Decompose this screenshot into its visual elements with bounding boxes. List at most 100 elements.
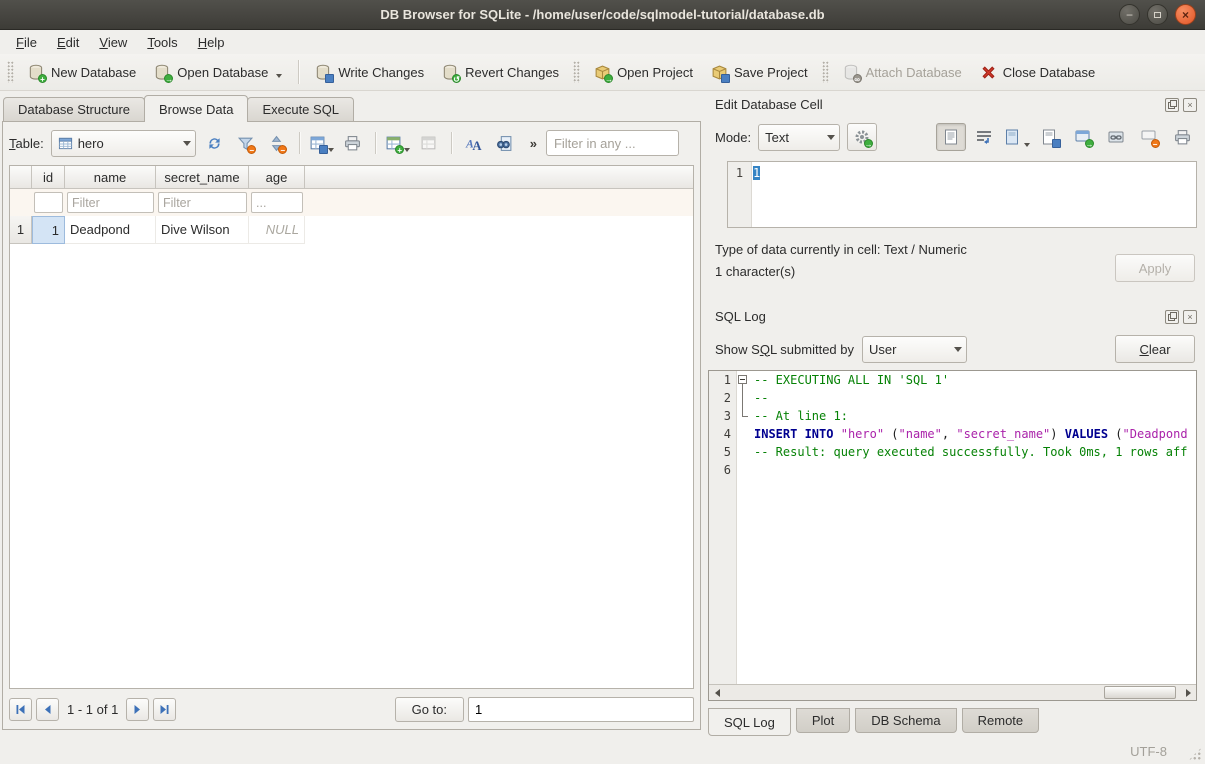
column-header-secret-name[interactable]: secret_name (156, 166, 249, 188)
line-number: 4 (709, 425, 736, 443)
insert-record-dropdown-icon[interactable] (404, 148, 410, 152)
refresh-button[interactable] (203, 131, 227, 155)
import-from-file-button[interactable] (1002, 123, 1032, 151)
open-in-external-button[interactable]: → (1068, 123, 1098, 151)
minimize-button[interactable]: − (1119, 4, 1140, 25)
copy-link-button[interactable] (1101, 123, 1131, 151)
clear-log-button[interactable]: Clear (1115, 335, 1195, 363)
column-header-name[interactable]: name (65, 166, 156, 188)
fold-marker-icon[interactable] (738, 375, 747, 384)
filter-any-column-input[interactable] (546, 130, 679, 156)
new-database-icon: + (28, 64, 45, 81)
print-cell-button[interactable] (1167, 123, 1197, 151)
filter-input-id[interactable] (34, 192, 63, 213)
mode-select[interactable]: Text (758, 124, 840, 151)
previous-record-button[interactable] (36, 698, 59, 721)
set-null-button[interactable]: − (1134, 123, 1164, 151)
goto-input[interactable] (468, 697, 694, 722)
grid-empty-area[interactable] (10, 244, 693, 688)
cell-value-editor[interactable]: 1 1 (727, 161, 1197, 228)
sql-log-editor[interactable]: 1-- EXECUTING ALL IN 'SQL 1'2--3-- At li… (708, 370, 1197, 701)
open-project-icon: → (594, 64, 611, 81)
save-table-button[interactable] (310, 131, 334, 155)
cell-name[interactable]: Deadpond (65, 216, 156, 244)
tab-execute-sql[interactable]: Execute SQL (247, 97, 354, 121)
write-changes-button[interactable]: Write Changes (306, 59, 433, 86)
sql-token: ( (1108, 427, 1122, 441)
print-table-button[interactable] (341, 131, 365, 155)
previous-record-icon (42, 704, 53, 715)
text-mode-button[interactable] (936, 123, 966, 151)
row-header[interactable]: 1 (10, 216, 32, 244)
close-dock-button[interactable]: × (1183, 310, 1197, 324)
export-to-file-button[interactable] (1035, 123, 1065, 151)
filter-input-name[interactable] (67, 192, 154, 213)
float-dock-button[interactable] (1165, 98, 1179, 112)
next-record-button[interactable] (126, 698, 149, 721)
column-header-age[interactable]: age (249, 166, 305, 188)
cell-age[interactable]: NULL (249, 216, 305, 244)
menu-help[interactable]: Help (188, 32, 235, 53)
table-select[interactable]: hero (51, 130, 196, 157)
close-button[interactable]: × (1175, 4, 1196, 25)
tab-sql-log[interactable]: SQL Log (708, 708, 791, 736)
revert-changes-button[interactable]: ↺ Revert Changes (433, 59, 568, 86)
toolbar-drag-handle[interactable] (573, 61, 580, 83)
sql-log-filter-select[interactable]: User (862, 336, 967, 363)
filter-input-age[interactable] (251, 192, 303, 213)
save-table-dropdown-icon[interactable] (328, 148, 334, 152)
cell-type-info: Type of data currently in cell: Text / N… (715, 239, 967, 261)
open-project-button[interactable]: → Open Project (585, 59, 702, 86)
new-database-button[interactable]: + New Database (19, 59, 145, 86)
scroll-right-icon[interactable] (1180, 685, 1196, 700)
insert-record-button[interactable]: + (386, 131, 410, 155)
import-dropdown-icon[interactable] (1024, 143, 1030, 147)
open-database-dropdown-icon[interactable] (276, 74, 282, 78)
tab-db-schema[interactable]: DB Schema (855, 708, 956, 733)
cell-secret-name[interactable]: Dive Wilson (156, 216, 249, 244)
tab-remote[interactable]: Remote (962, 708, 1040, 733)
font-settings-button[interactable]: AA (462, 131, 486, 155)
last-record-button[interactable] (153, 698, 176, 721)
dropdown-arrow-icon (183, 141, 191, 146)
column-header-id[interactable]: id (32, 166, 65, 188)
find-in-table-button[interactable] (493, 131, 517, 155)
delete-record-button (417, 131, 441, 155)
resize-grip[interactable] (1188, 747, 1202, 761)
menu-view[interactable]: View (89, 32, 137, 53)
tab-database-structure[interactable]: Database Structure (3, 97, 145, 121)
title-bar[interactable]: DB Browser for SQLite - /home/user/code/… (0, 0, 1205, 30)
menu-edit[interactable]: Edit (47, 32, 89, 53)
menu-file[interactable]: File (6, 32, 47, 53)
pane-splitter[interactable] (701, 91, 708, 738)
save-project-button[interactable]: Save Project (702, 59, 817, 86)
fold-margin (736, 407, 751, 425)
record-count-label: 1 - 1 of 1 (67, 702, 118, 717)
clear-sorting-button[interactable]: − (265, 131, 289, 155)
open-database-icon: → (154, 64, 171, 81)
maximize-button[interactable] (1147, 4, 1168, 25)
cell-id[interactable]: 1 (32, 216, 65, 244)
scrollbar-thumb[interactable] (1104, 686, 1176, 699)
goto-button[interactable]: Go to: (395, 697, 464, 722)
first-record-button[interactable] (9, 698, 32, 721)
fold-margin[interactable] (736, 371, 751, 389)
sql-log-hscrollbar[interactable] (709, 684, 1196, 700)
float-dock-button[interactable] (1165, 310, 1179, 324)
close-dock-button[interactable]: × (1183, 98, 1197, 112)
auto-switch-mode-button[interactable]: → (847, 123, 877, 151)
word-wrap-button[interactable] (969, 123, 999, 151)
clear-filters-button[interactable]: − (234, 131, 258, 155)
close-database-button[interactable]: Close Database (971, 59, 1105, 86)
filter-input-secret-name[interactable] (158, 192, 247, 213)
main-tab-bar: Database Structure Browse Data Execute S… (2, 94, 701, 121)
toolbar-drag-handle[interactable] (7, 61, 14, 83)
toolbar-overflow-icon[interactable]: » (530, 136, 537, 151)
scroll-left-icon[interactable] (709, 685, 725, 700)
tab-plot[interactable]: Plot (796, 708, 850, 733)
open-database-button[interactable]: → Open Database (145, 59, 291, 86)
menu-tools[interactable]: Tools (137, 32, 187, 53)
toolbar-drag-handle[interactable] (822, 61, 829, 83)
tab-browse-data[interactable]: Browse Data (144, 95, 248, 122)
grid-corner-header[interactable] (10, 166, 32, 188)
